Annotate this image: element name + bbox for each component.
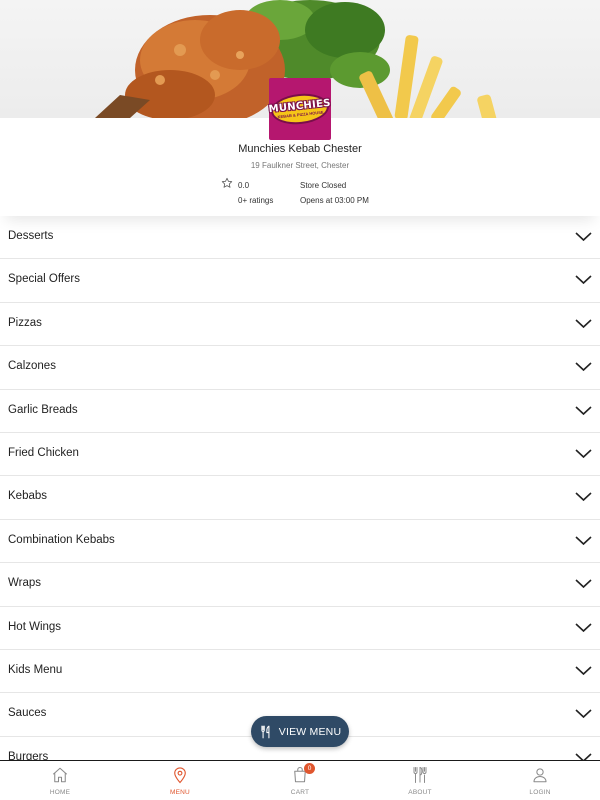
category-label: Pizzas	[8, 316, 42, 329]
chevron-down-icon	[575, 579, 592, 589]
category-row-garlic-breads[interactable]: Garlic Breads	[0, 389, 600, 433]
chevron-down-icon	[575, 319, 592, 328]
bottom-nav: HOME MENU 0 CART ABOUT LOGIN	[0, 760, 600, 800]
category-label: Kebabs	[8, 490, 48, 503]
nav-about[interactable]: ABOUT	[360, 761, 480, 800]
store-opening-time: Opens at 03:00 PM	[300, 196, 369, 205]
category-row-pizzas[interactable]: Pizzas	[0, 302, 600, 347]
user-icon	[533, 768, 547, 783]
nav-menu[interactable]: MENU	[120, 761, 240, 800]
category-row-desserts[interactable]: Desserts	[0, 216, 600, 260]
nav-login[interactable]: LOGIN	[480, 761, 600, 800]
category-row-wraps[interactable]: Wraps	[0, 563, 600, 607]
category-row-combination-kebabs[interactable]: Combination Kebabs	[0, 519, 600, 564]
nav-home-label: HOME	[49, 789, 71, 796]
category-label: Wraps	[8, 577, 42, 590]
rating-value: 0.0	[238, 181, 250, 190]
chevron-down-icon	[575, 622, 592, 632]
chevron-down-icon	[575, 275, 592, 285]
chevron-down-icon	[575, 449, 592, 459]
category-label: Desserts	[8, 230, 54, 242]
nav-menu-label: MENU	[170, 789, 190, 796]
location-pin-icon	[174, 767, 186, 784]
chevron-down-icon	[575, 536, 592, 545]
home-icon	[52, 767, 68, 783]
category-label: Fried Chicken	[8, 446, 79, 459]
rating-count: 0+ ratings	[238, 196, 274, 205]
category-row-special-offers[interactable]: Special Offers	[0, 259, 600, 303]
category-label: Garlic Breads	[8, 403, 78, 416]
category-label: Sauces	[8, 707, 47, 720]
chevron-down-icon	[575, 362, 592, 372]
nav-cart[interactable]: 0 CART	[240, 761, 360, 800]
cutlery-icon	[261, 725, 270, 738]
chevron-down-icon	[575, 232, 592, 242]
store-name: Munchies Kebab Chester	[238, 143, 362, 155]
cart-count-badge: 0	[304, 763, 315, 774]
store-logo: MUNCHIES KEBAB & PIZZA HOUSE	[268, 78, 331, 140]
chevron-down-icon	[575, 666, 592, 676]
nav-home[interactable]: HOME	[0, 761, 120, 800]
chevron-down-icon	[575, 405, 592, 415]
nav-cart-label: CART	[290, 789, 310, 796]
category-row-hot-wings[interactable]: Hot Wings	[0, 606, 600, 650]
category-label: Special Offers	[8, 273, 81, 286]
category-row-kebabs[interactable]: Kebabs	[0, 476, 600, 520]
category-list: Desserts Special Offers Pizzas Calzones …	[0, 216, 600, 781]
view-menu-label: VIEW MENU	[278, 725, 342, 738]
nav-about-label: ABOUT	[408, 789, 432, 796]
category-label: Hot Wings	[8, 620, 62, 633]
nav-login-label: LOGIN	[529, 789, 551, 796]
category-row-fried-chicken[interactable]: Fried Chicken	[0, 432, 600, 477]
chevron-down-icon	[575, 709, 592, 719]
cutlery-icon	[413, 767, 427, 783]
chevron-down-icon	[575, 492, 592, 502]
store-status: Store Closed	[300, 181, 347, 190]
store-address: 19 Faulkner Street, Chester	[250, 161, 350, 170]
category-label: Calzones	[8, 360, 56, 373]
category-row-kids-menu[interactable]: Kids Menu	[0, 649, 600, 694]
star-icon	[221, 177, 233, 188]
category-label: Kids Menu	[8, 663, 63, 676]
view-menu-button[interactable]: VIEW MENU	[251, 716, 349, 747]
category-label: Combination Kebabs	[8, 533, 115, 546]
category-row-calzones[interactable]: Calzones	[0, 346, 600, 390]
